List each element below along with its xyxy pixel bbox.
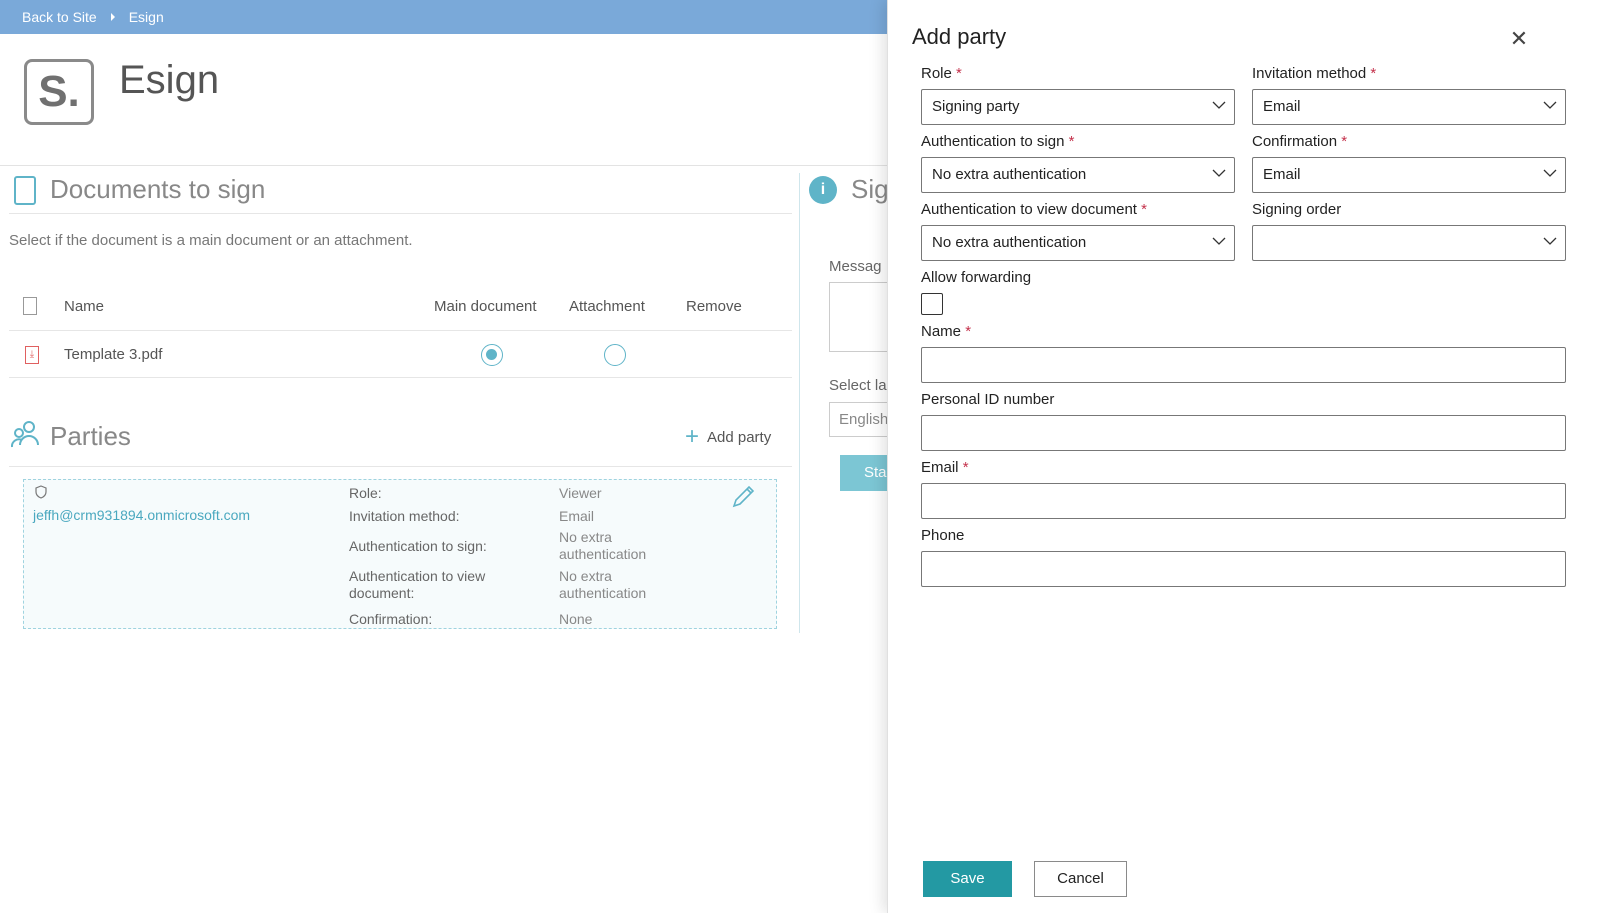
required-mark: *: [1068, 133, 1075, 150]
email-label-text: Email: [921, 459, 959, 476]
breadcrumb: Back to Site Esign: [0, 0, 887, 34]
email-label: Email *: [921, 459, 969, 476]
shield-icon: [35, 485, 47, 499]
page-title: Esign: [119, 58, 220, 102]
invitation-method-label-text: Invitation method: [1252, 65, 1367, 82]
name-label-text: Name: [921, 323, 962, 340]
auth-view-label: Authentication to view document *: [921, 201, 1147, 218]
column-header-attachment: Attachment: [569, 298, 645, 315]
auth-view-value: No extra authentication: [932, 234, 1087, 251]
confirmation-value: Email: [1263, 166, 1301, 183]
role-dropdown-value: Signing party: [932, 98, 1020, 115]
allow-forwarding-label: Allow forwarding: [921, 269, 1032, 286]
chevron-down-icon: [1543, 101, 1557, 109]
chevron-down-icon: [1212, 237, 1226, 245]
auth-sign-value: No extra authentication: [932, 166, 1087, 183]
logo-text: S.: [38, 67, 80, 116]
table-header-divider: [9, 330, 792, 331]
signing-order-dropdown[interactable]: [1252, 225, 1566, 261]
sign-section-title: Sig: [851, 174, 889, 204]
pdf-file-icon: ⤓: [25, 346, 39, 364]
signing-order-label: Signing order: [1252, 201, 1342, 218]
add-party-button[interactable]: + Add party: [685, 425, 771, 449]
confirmation-label-text: Confirmation: [1252, 133, 1338, 150]
auth-view-dropdown[interactable]: No extra authentication: [921, 225, 1235, 261]
document-name: Template 3.pdf: [64, 346, 163, 363]
attachment-radio[interactable]: [604, 344, 626, 366]
auth-sign-label: Authentication to sign *: [921, 133, 1074, 150]
party-email[interactable]: jeffh@crm931894.onmicrosoft.com: [33, 507, 250, 523]
app-logo: S.: [24, 59, 94, 125]
column-header-remove: Remove: [686, 298, 742, 315]
documents-hint: Select if the document is a main documen…: [9, 232, 413, 249]
party-confirmation-label: Confirmation:: [349, 611, 433, 627]
phone-input[interactable]: [921, 551, 1566, 587]
info-icon: i: [809, 176, 837, 204]
panel-title: Add party: [912, 24, 1007, 49]
required-mark: *: [1370, 65, 1377, 82]
party-invitation-label: Invitation method:: [349, 508, 460, 524]
save-button[interactable]: Save: [923, 861, 1012, 897]
auth-sign-label-text: Authentication to sign: [921, 133, 1065, 150]
personal-id-label: Personal ID number: [921, 391, 1055, 408]
file-icon: [23, 297, 37, 315]
chevron-down-icon: [1212, 101, 1226, 109]
auth-sign-dropdown[interactable]: No extra authentication: [921, 157, 1235, 193]
invitation-method-label: Invitation method *: [1252, 65, 1376, 82]
role-label-text: Role: [921, 65, 952, 82]
column-divider: [799, 173, 800, 633]
parties-section-title: Parties: [50, 421, 131, 451]
auth-view-label-text: Authentication to view document: [921, 201, 1137, 218]
required-mark: *: [962, 459, 969, 476]
document-icon: [14, 176, 36, 205]
confirmation-dropdown[interactable]: Email: [1252, 157, 1566, 193]
documents-divider: [9, 213, 792, 214]
party-role-label: Role:: [349, 485, 382, 501]
breadcrumb-back-link[interactable]: Back to Site: [22, 9, 97, 25]
language-label: Select la: [829, 377, 887, 394]
required-mark: *: [965, 323, 972, 340]
column-header-main-document: Main document: [434, 298, 537, 315]
email-input[interactable]: [921, 483, 1566, 519]
party-role-value: Viewer: [559, 485, 602, 501]
chevron-down-icon: [1212, 169, 1226, 177]
allow-forwarding-checkbox[interactable]: [921, 293, 943, 315]
add-party-label: Add party: [707, 428, 772, 446]
people-icon: [10, 421, 39, 448]
invitation-method-value: Email: [1263, 98, 1301, 115]
phone-label: Phone: [921, 527, 965, 544]
parties-divider: [9, 466, 792, 467]
breadcrumb-current[interactable]: Esign: [129, 9, 164, 25]
required-mark: *: [1141, 201, 1147, 218]
column-header-name[interactable]: Name: [64, 298, 104, 315]
required-mark: *: [1341, 133, 1348, 150]
plus-icon: +: [685, 423, 700, 450]
cancel-button[interactable]: Cancel: [1034, 861, 1127, 897]
party-auth-sign-value: No extra authentication: [559, 529, 647, 562]
chevron-down-icon: [1543, 169, 1557, 177]
header-divider: [0, 165, 887, 166]
chevron-down-icon: [1543, 237, 1557, 245]
close-icon[interactable]: ✕: [1508, 28, 1530, 50]
documents-section-title: Documents to sign: [50, 174, 266, 204]
party-auth-view-value: No extra authentication: [559, 568, 647, 601]
chevron-right-icon: [110, 13, 115, 21]
confirmation-label: Confirmation *: [1252, 133, 1347, 150]
party-invitation-value: Email: [559, 508, 595, 524]
message-label: Messag: [829, 258, 882, 275]
personal-id-input[interactable]: [921, 415, 1566, 451]
party-auth-view-label: Authentication to view document:: [349, 568, 486, 601]
party-auth-sign-label: Authentication to sign:: [349, 538, 487, 554]
main-document-radio[interactable]: [481, 344, 503, 366]
role-label: Role *: [921, 65, 962, 82]
name-label: Name *: [921, 323, 971, 340]
party-confirmation-value: None: [559, 611, 593, 627]
invitation-method-dropdown[interactable]: Email: [1252, 89, 1566, 125]
pencil-icon[interactable]: [730, 484, 756, 510]
table-row-divider: [9, 377, 792, 378]
name-input[interactable]: [921, 347, 1566, 383]
role-dropdown[interactable]: Signing party: [921, 89, 1235, 125]
required-mark: *: [956, 65, 962, 82]
